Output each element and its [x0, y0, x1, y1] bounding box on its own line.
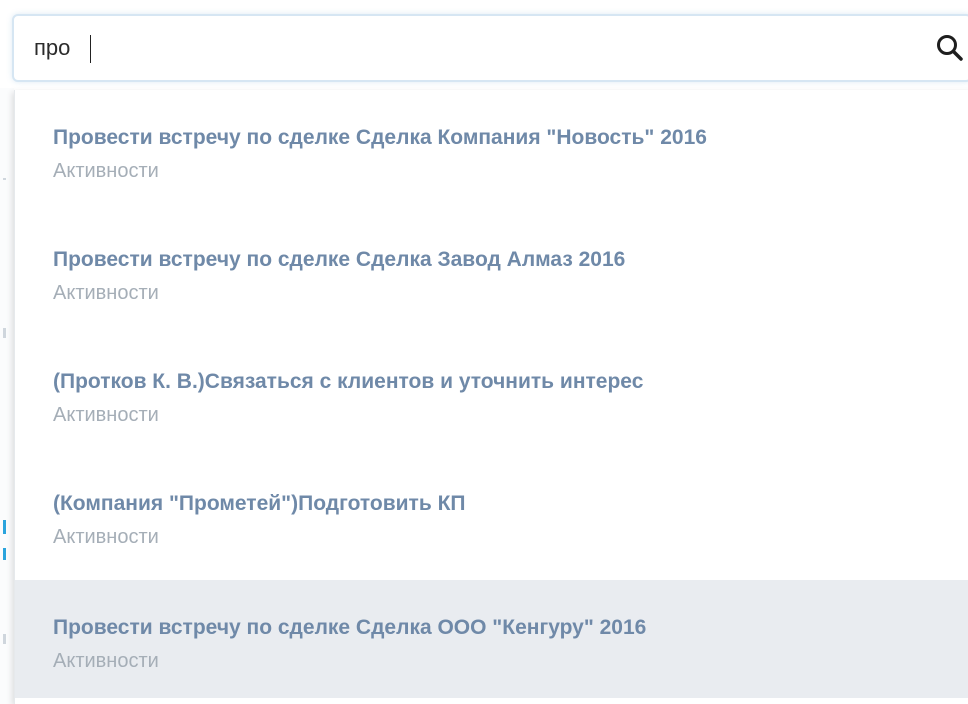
result-category: Активности	[53, 404, 159, 426]
search-results-dropdown: Провести встречу по сделке Сделка Компан…	[14, 90, 968, 704]
text-caret	[90, 35, 91, 63]
search-result-item[interactable]: (Протков К. В.)Связаться с клиентов и ут…	[15, 334, 968, 452]
search-result-item[interactable]: Провести встречу по сделке Сделка Компан…	[15, 90, 968, 208]
result-category: Активности	[53, 526, 159, 548]
search-result-item[interactable]: (Компания "Прометей")Подготовить КП Акти…	[15, 456, 968, 574]
result-title: Провести встречу по сделке Сделка Компан…	[53, 126, 707, 149]
result-title: Провести встречу по сделке Сделка Завод …	[53, 248, 626, 271]
result-title: Провести встречу по сделке Сделка ООО "К…	[53, 616, 647, 639]
background-fragment	[3, 328, 6, 338]
result-category: Активности	[53, 650, 159, 672]
search-box	[12, 14, 968, 82]
search-screen: Провести встречу по сделке Сделка Компан…	[0, 0, 968, 704]
background-fragment	[3, 520, 6, 534]
search-result-item-highlighted[interactable]: Провести встречу по сделке Сделка ООО "К…	[15, 580, 968, 698]
result-title: (Компания "Прометей")Подготовить КП	[53, 492, 466, 515]
result-category: Активности	[53, 282, 159, 304]
background-app-edge	[0, 88, 14, 704]
background-fragment	[3, 548, 6, 560]
search-result-item[interactable]: Провести встречу по сделке Сделка Завод …	[15, 212, 968, 330]
search-input[interactable]	[34, 30, 914, 66]
search-icon[interactable]	[934, 32, 966, 64]
result-title: (Протков К. В.)Связаться с клиентов и ут…	[53, 370, 644, 393]
background-divider	[3, 178, 6, 180]
result-category: Активности	[53, 160, 159, 182]
background-fragment	[3, 634, 6, 644]
